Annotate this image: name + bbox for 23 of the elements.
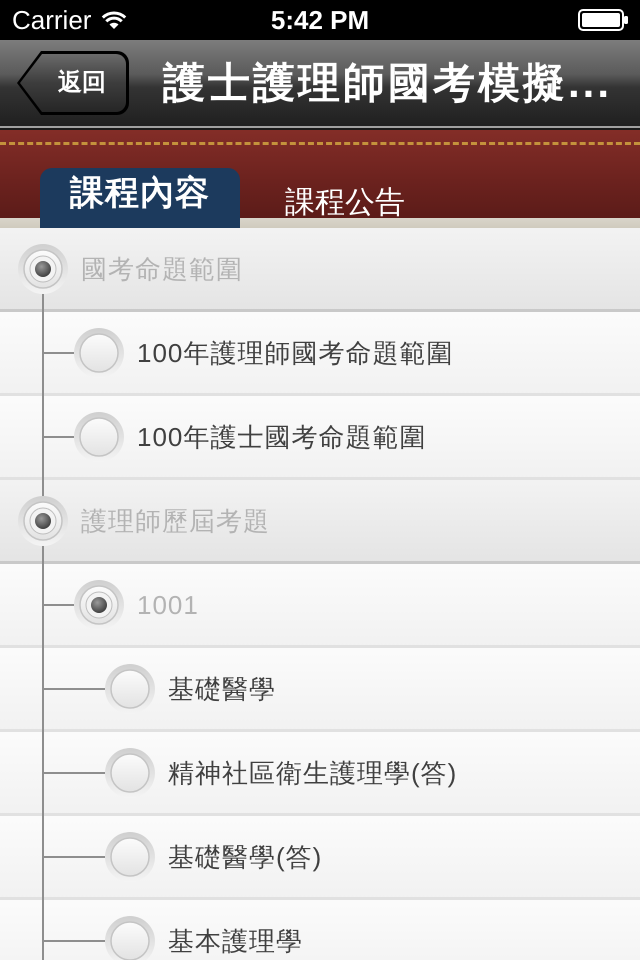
wifi-icon: [101, 10, 128, 30]
tree-row[interactable]: 基礎醫學(答): [0, 816, 640, 900]
tree-item-label: 精神社區衛生護理學(答): [168, 760, 458, 786]
tree-item-label: 1001: [137, 592, 199, 618]
tree-row[interactable]: 100年護士國考命題範圍: [0, 396, 640, 480]
tree-item-label: 100年護理師國考命題範圍: [137, 340, 454, 366]
tree-item-label: 國考命題範圍: [81, 256, 243, 282]
tree-item-label: 基礎醫學(答): [168, 844, 322, 870]
battery-icon: [578, 9, 628, 31]
tree-item-label: 基本護理學: [168, 928, 303, 954]
status-time: 5:42 PM: [270, 7, 370, 33]
tree-item-label: 護理師歷屆考題: [81, 508, 270, 534]
tree-row[interactable]: 基本護理學: [0, 900, 640, 960]
tab[interactable]: 課程公告: [240, 176, 450, 228]
tree-row[interactable]: 基礎醫學: [0, 648, 640, 732]
tab[interactable]: 課程內容: [40, 168, 240, 228]
navigation-title: 護士護理師國考模擬...: [163, 62, 612, 104]
tree-row[interactable]: 100年護理師國考命題範圍: [0, 312, 640, 396]
tree-item-label: 基礎醫學: [168, 676, 276, 702]
carrier-label: Carrier: [12, 7, 92, 33]
tree-row[interactable]: 精神社區衛生護理學(答): [0, 732, 640, 816]
back-button[interactable]: 返回: [17, 51, 129, 115]
tree-item-label: 100年護士國考命題範圍: [137, 424, 426, 450]
